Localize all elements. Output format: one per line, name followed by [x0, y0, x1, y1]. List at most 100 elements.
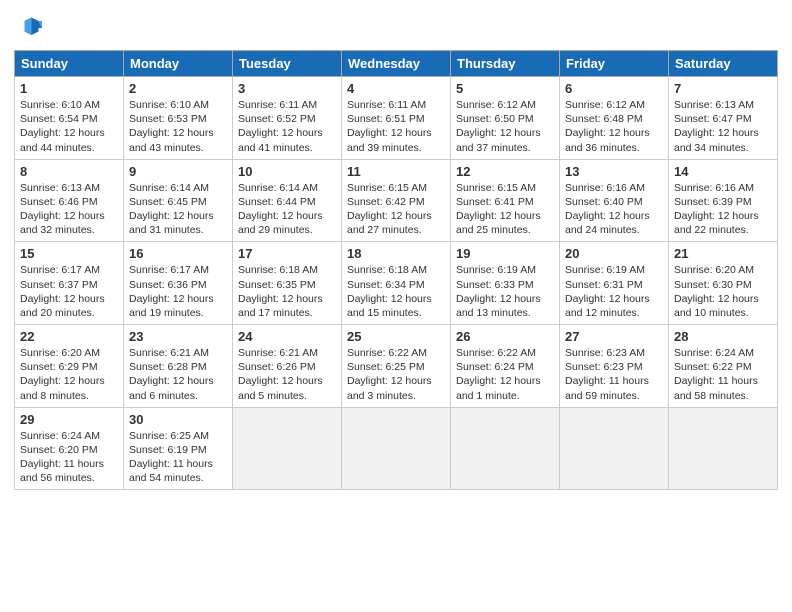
cell-1-6: 6 Sunrise: 6:12 AMSunset: 6:48 PMDaylight… [560, 77, 669, 160]
day-number: 5 [456, 81, 554, 96]
cell-text: Sunrise: 6:18 AMSunset: 6:35 PMDaylight:… [238, 263, 336, 320]
day-number: 26 [456, 329, 554, 344]
cell-4-4: 25 Sunrise: 6:22 AMSunset: 6:25 PMDayligh… [342, 325, 451, 408]
day-number: 2 [129, 81, 227, 96]
cell-5-1: 29Sunrise: 6:24 AMSunset: 6:20 PMDayligh… [15, 407, 124, 490]
cell-1-3: 3Sunrise: 6:11 AMSunset: 6:52 PMDaylight… [233, 77, 342, 160]
col-header-sunday: Sunday [15, 51, 124, 77]
cell-text: Sunrise: 6:25 AMSunset: 6:19 PMDaylight:… [129, 429, 227, 486]
cell-text: Sunrise: 6:16 AMSunset: 6:39 PMDaylight:… [674, 181, 772, 238]
cell-4-6: 27 Sunrise: 6:23 AMSunset: 6:23 PMDayligh… [560, 325, 669, 408]
cell-2-5: 12 Sunrise: 6:15 AMSunset: 6:41 PMDayligh… [451, 159, 560, 242]
cell-5-6 [560, 407, 669, 490]
day-number: 13 [565, 164, 663, 179]
cell-3-2: 16Sunrise: 6:17 AMSunset: 6:36 PMDayligh… [124, 242, 233, 325]
day-number: 20 [565, 246, 663, 261]
week-row-5: 29Sunrise: 6:24 AMSunset: 6:20 PMDayligh… [15, 407, 778, 490]
cell-text: Sunrise: 6:14 AMSunset: 6:45 PMDaylight:… [129, 181, 227, 238]
cell-text: Sunrise: 6:12 AMSunset: 6:48 PMDaylight:… [565, 98, 663, 155]
cell-text: Sunrise: 6:22 AMSunset: 6:25 PMDaylight:… [347, 346, 445, 403]
page-container: SundayMondayTuesdayWednesdayThursdayFrid… [0, 0, 792, 500]
col-header-wednesday: Wednesday [342, 51, 451, 77]
cell-text: Sunrise: 6:20 AMSunset: 6:29 PMDaylight:… [20, 346, 118, 403]
logo [14, 14, 46, 42]
cell-3-6: 20Sunrise: 6:19 AMSunset: 6:31 PMDayligh… [560, 242, 669, 325]
col-header-tuesday: Tuesday [233, 51, 342, 77]
cell-text: Sunrise: 6:10 AMSunset: 6:54 PMDaylight:… [20, 98, 118, 155]
cell-text: Sunrise: 6:10 AMSunset: 6:53 PMDaylight:… [129, 98, 227, 155]
cell-2-6: 13 Sunrise: 6:16 AMSunset: 6:40 PMDayligh… [560, 159, 669, 242]
week-row-1: 1 Sunrise: 6:10 AMSunset: 6:54 PMDaylight… [15, 77, 778, 160]
cell-text: Sunrise: 6:16 AMSunset: 6:40 PMDaylight:… [565, 181, 663, 238]
day-number: 11 [347, 164, 445, 179]
cell-text: Sunrise: 6:21 AMSunset: 6:26 PMDaylight:… [238, 346, 336, 403]
cell-1-5: 5 Sunrise: 6:12 AMSunset: 6:50 PMDaylight… [451, 77, 560, 160]
cell-text: Sunrise: 6:12 AMSunset: 6:50 PMDaylight:… [456, 98, 554, 155]
cell-5-7 [669, 407, 778, 490]
day-number: 12 [456, 164, 554, 179]
cell-text: Sunrise: 6:18 AMSunset: 6:34 PMDaylight:… [347, 263, 445, 320]
col-header-friday: Friday [560, 51, 669, 77]
week-row-4: 22Sunrise: 6:20 AMSunset: 6:29 PMDayligh… [15, 325, 778, 408]
cell-2-4: 11 Sunrise: 6:15 AMSunset: 6:42 PMDayligh… [342, 159, 451, 242]
day-number: 8 [20, 164, 118, 179]
col-header-monday: Monday [124, 51, 233, 77]
day-number: 24 [238, 329, 336, 344]
cell-5-5 [451, 407, 560, 490]
cell-5-3 [233, 407, 342, 490]
cell-text: Sunrise: 6:13 AMSunset: 6:46 PMDaylight:… [20, 181, 118, 238]
col-header-saturday: Saturday [669, 51, 778, 77]
day-number: 25 [347, 329, 445, 344]
cell-1-4: 4 Sunrise: 6:11 AMSunset: 6:51 PMDaylight… [342, 77, 451, 160]
day-number: 21 [674, 246, 772, 261]
cell-1-7: 7Sunrise: 6:13 AMSunset: 6:47 PMDaylight… [669, 77, 778, 160]
day-number: 17 [238, 246, 336, 261]
day-number: 7 [674, 81, 772, 96]
day-number: 30 [129, 412, 227, 427]
cell-4-5: 26 Sunrise: 6:22 AMSunset: 6:24 PMDayligh… [451, 325, 560, 408]
cell-3-7: 21Sunrise: 6:20 AMSunset: 6:30 PMDayligh… [669, 242, 778, 325]
cell-5-4 [342, 407, 451, 490]
day-number: 1 [20, 81, 118, 96]
day-number: 28 [674, 329, 772, 344]
week-row-3: 15Sunrise: 6:17 AMSunset: 6:37 PMDayligh… [15, 242, 778, 325]
cell-4-1: 22Sunrise: 6:20 AMSunset: 6:29 PMDayligh… [15, 325, 124, 408]
cell-text: Sunrise: 6:21 AMSunset: 6:28 PMDaylight:… [129, 346, 227, 403]
cell-4-3: 24 Sunrise: 6:21 AMSunset: 6:26 PMDayligh… [233, 325, 342, 408]
cell-text: Sunrise: 6:11 AMSunset: 6:51 PMDaylight:… [347, 98, 445, 155]
cell-2-7: 14 Sunrise: 6:16 AMSunset: 6:39 PMDayligh… [669, 159, 778, 242]
day-number: 4 [347, 81, 445, 96]
day-number: 10 [238, 164, 336, 179]
cell-text: Sunrise: 6:15 AMSunset: 6:41 PMDaylight:… [456, 181, 554, 238]
day-number: 16 [129, 246, 227, 261]
cell-text: Sunrise: 6:15 AMSunset: 6:42 PMDaylight:… [347, 181, 445, 238]
day-number: 14 [674, 164, 772, 179]
day-number: 27 [565, 329, 663, 344]
cell-4-2: 23 Sunrise: 6:21 AMSunset: 6:28 PMDayligh… [124, 325, 233, 408]
cell-text: Sunrise: 6:17 AMSunset: 6:37 PMDaylight:… [20, 263, 118, 320]
calendar-table: SundayMondayTuesdayWednesdayThursdayFrid… [14, 50, 778, 490]
logo-icon [14, 14, 42, 42]
cell-3-3: 17 Sunrise: 6:18 AMSunset: 6:35 PMDayligh… [233, 242, 342, 325]
day-number: 23 [129, 329, 227, 344]
day-number: 9 [129, 164, 227, 179]
page-header [14, 10, 778, 42]
cell-3-4: 18 Sunrise: 6:18 AMSunset: 6:34 PMDayligh… [342, 242, 451, 325]
cell-2-1: 8 Sunrise: 6:13 AMSunset: 6:46 PMDaylight… [15, 159, 124, 242]
cell-1-1: 1 Sunrise: 6:10 AMSunset: 6:54 PMDaylight… [15, 77, 124, 160]
day-number: 18 [347, 246, 445, 261]
cell-2-3: 10 Sunrise: 6:14 AMSunset: 6:44 PMDayligh… [233, 159, 342, 242]
cell-3-1: 15Sunrise: 6:17 AMSunset: 6:37 PMDayligh… [15, 242, 124, 325]
header-row: SundayMondayTuesdayWednesdayThursdayFrid… [15, 51, 778, 77]
cell-text: Sunrise: 6:22 AMSunset: 6:24 PMDaylight:… [456, 346, 554, 403]
cell-4-7: 28Sunrise: 6:24 AMSunset: 6:22 PMDayligh… [669, 325, 778, 408]
day-number: 6 [565, 81, 663, 96]
cell-text: Sunrise: 6:14 AMSunset: 6:44 PMDaylight:… [238, 181, 336, 238]
week-row-2: 8 Sunrise: 6:13 AMSunset: 6:46 PMDaylight… [15, 159, 778, 242]
day-number: 29 [20, 412, 118, 427]
cell-text: Sunrise: 6:19 AMSunset: 6:33 PMDaylight:… [456, 263, 554, 320]
cell-text: Sunrise: 6:11 AMSunset: 6:52 PMDaylight:… [238, 98, 336, 155]
cell-text: Sunrise: 6:23 AMSunset: 6:23 PMDaylight:… [565, 346, 663, 403]
cell-5-2: 30 Sunrise: 6:25 AMSunset: 6:19 PMDayligh… [124, 407, 233, 490]
cell-3-5: 19Sunrise: 6:19 AMSunset: 6:33 PMDayligh… [451, 242, 560, 325]
